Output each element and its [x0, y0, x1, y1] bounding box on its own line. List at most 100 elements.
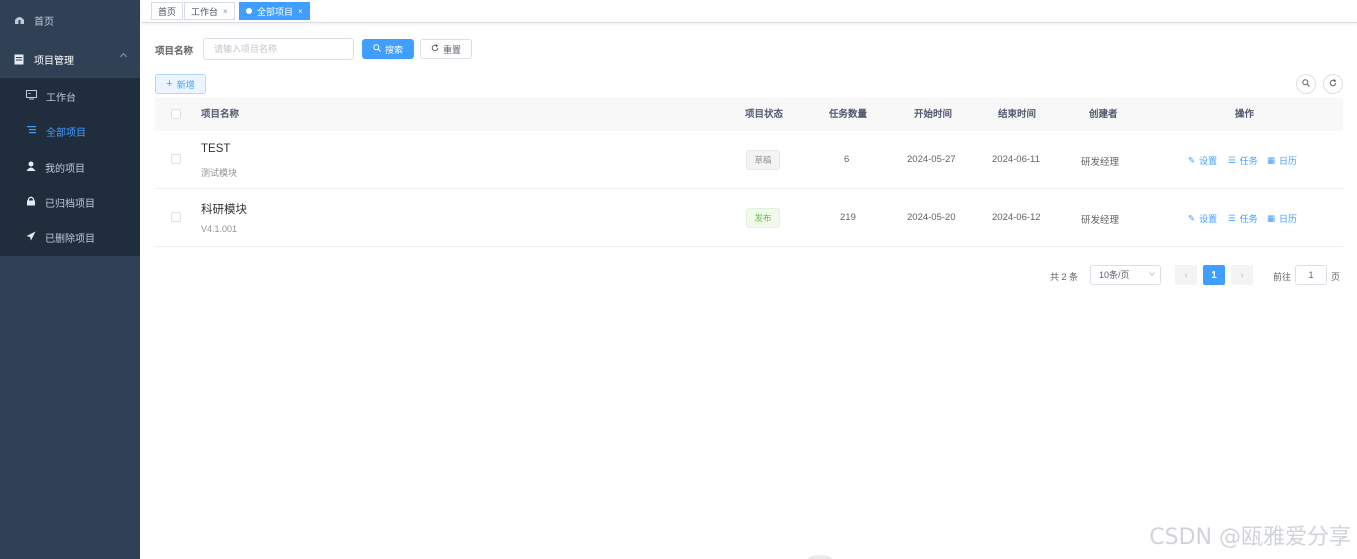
project-subtitle: V4.1.001 — [201, 224, 238, 234]
refresh-icon — [431, 44, 439, 54]
tag-all-projects[interactable]: 全部项目 × — [239, 2, 310, 20]
document-icon — [12, 52, 26, 66]
row-checkbox[interactable] — [171, 212, 181, 222]
refresh-button[interactable] — [1323, 74, 1343, 94]
menu-item-label: 首页 — [34, 16, 54, 28]
list-icon — [26, 125, 37, 138]
status-badge: 草稿 — [746, 150, 780, 170]
calendar-link[interactable]: ▦ 日历 — [1267, 154, 1297, 167]
calendar-link[interactable]: ▦ 日历 — [1267, 212, 1297, 225]
page-unit-label: 页 — [1331, 272, 1341, 282]
send-icon — [26, 231, 36, 244]
tasks-link[interactable]: ☰ 任务 — [1228, 212, 1258, 225]
close-icon[interactable]: × — [298, 7, 303, 16]
reset-button-label: 重置 — [442, 44, 461, 55]
task-list-icon: ☰ — [1228, 155, 1236, 165]
creator: 研发经理 — [1081, 157, 1120, 168]
project-table: 项目名称 项目状态 任务数量 开始时间 结束时间 创建者 操作 TEST 测试模… — [155, 98, 1343, 247]
chevron-right-icon: › — [1240, 269, 1244, 281]
tag-label: 工作台 — [191, 6, 219, 17]
search-button-label: 搜索 — [384, 44, 403, 55]
add-button[interactable]: + 新增 — [155, 74, 206, 94]
settings-link[interactable]: ✎ 设置 — [1188, 154, 1217, 167]
column-header: 开始时间 — [914, 109, 953, 120]
tag-label: 首页 — [158, 6, 177, 17]
goto-label: 前往 — [1273, 272, 1292, 282]
sidebar-item-label: 已删除项目 — [45, 234, 95, 245]
chevron-left-icon: ‹ — [1184, 269, 1188, 281]
table-row[interactable]: 科研模块 V4.1.001 发布 219 2024-05-20 2024-06-… — [155, 189, 1343, 247]
tag-label: 全部项目 — [257, 6, 294, 17]
sidebar-item-label: 我的项目 — [45, 164, 85, 175]
sidebar-item-my-projects[interactable]: 我的项目 — [0, 150, 140, 185]
sidebar-item-all-projects[interactable]: 全部项目 — [0, 114, 140, 149]
sidebar-item-workbench[interactable]: 工作台 — [0, 79, 140, 114]
table-row[interactable]: TEST 测试模块 草稿 6 2024-05-27 2024-06-11 研发经… — [155, 131, 1343, 189]
monitor-icon — [26, 90, 37, 103]
column-header: 创建者 — [1089, 109, 1118, 120]
toggle-search-button[interactable] — [1296, 74, 1316, 94]
submenu: 工作台 全部项目 我的项目 已归档项目 已删除项目 — [0, 78, 140, 256]
end-date: 2024-06-12 — [992, 212, 1041, 223]
pagination-total: 共 2 条 — [1050, 272, 1079, 282]
tasks-link[interactable]: ☰ 任务 — [1228, 154, 1258, 167]
start-date: 2024-05-27 — [907, 154, 956, 165]
close-icon[interactable]: × — [223, 7, 228, 16]
watermark: CSDN @瓯雅爱分享 — [1149, 525, 1351, 550]
add-button-label: 新增 — [176, 79, 195, 90]
sidebar-item-label: 已归档项目 — [45, 199, 95, 210]
search-button[interactable]: 搜索 — [362, 39, 414, 59]
chevron-up-icon — [119, 52, 128, 61]
column-header: 任务数量 — [829, 109, 868, 120]
calendar-icon: ▦ — [1267, 155, 1276, 165]
column-header: 项目状态 — [745, 109, 784, 120]
action-label: 任务 — [1239, 156, 1258, 166]
project-name-input[interactable]: 请输入项目名称 — [203, 38, 354, 60]
plus-icon: + — [166, 78, 173, 90]
edit-icon: ✎ — [1188, 155, 1196, 165]
sidebar-item-archived-projects[interactable]: 已归档项目 — [0, 185, 140, 220]
sidebar: 首页 项目管理 工作台 全部项目 我的项目 已归档项目 已删除项目 — [0, 0, 140, 559]
action-label: 日历 — [1279, 156, 1298, 166]
start-date: 2024-05-20 — [907, 212, 956, 223]
dashboard-icon — [12, 13, 26, 27]
column-header: 操作 — [1235, 109, 1255, 120]
sidebar-item-label: 工作台 — [46, 93, 76, 104]
tags-view: 首页 工作台 × 全部项目 × — [141, 0, 1357, 23]
action-label: 任务 — [1239, 214, 1258, 224]
column-header: 项目名称 — [201, 109, 240, 120]
creator: 研发经理 — [1081, 215, 1120, 226]
chevron-down-icon — [1149, 270, 1155, 276]
menu-item-label: 项目管理 — [34, 55, 74, 67]
settings-link[interactable]: ✎ 设置 — [1188, 212, 1217, 225]
select-all-checkbox[interactable] — [171, 109, 181, 119]
lock-icon — [26, 196, 36, 209]
row-checkbox[interactable] — [171, 154, 181, 164]
search-label: 项目名称 — [155, 46, 194, 57]
page-size-select[interactable]: 10条/页 — [1090, 265, 1161, 285]
task-list-icon: ☰ — [1228, 213, 1236, 223]
edit-icon: ✎ — [1188, 213, 1196, 223]
action-label: 设置 — [1199, 156, 1218, 166]
tag-home[interactable]: 首页 — [151, 2, 184, 20]
sidebar-item-label: 全部项目 — [46, 128, 86, 139]
page-size-value: 10条/页 — [1099, 270, 1130, 280]
action-label: 设置 — [1199, 214, 1218, 224]
reset-button[interactable]: 重置 — [420, 39, 472, 59]
prev-page-button[interactable]: ‹ — [1175, 265, 1197, 285]
next-page-button[interactable]: › — [1231, 265, 1253, 285]
project-name[interactable]: 科研模块 — [201, 201, 247, 217]
project-name[interactable]: TEST — [201, 143, 230, 155]
menu-item-home[interactable]: 首页 — [0, 2, 140, 38]
menu-item-project-management[interactable]: 项目管理 — [0, 41, 140, 77]
search-icon — [1302, 79, 1310, 89]
main-content: 首页 工作台 × 全部项目 × 项目名称 请输入项目名称 搜索 重置 + 新增 — [141, 0, 1357, 559]
end-date: 2024-06-11 — [992, 154, 1040, 165]
page-number-button[interactable]: 1 — [1203, 265, 1225, 285]
tag-workbench[interactable]: 工作台 × — [184, 2, 235, 20]
active-dot-icon — [246, 8, 252, 14]
goto-page-input[interactable]: 1 — [1295, 265, 1327, 285]
calendar-icon: ▦ — [1267, 213, 1276, 223]
sidebar-item-deleted-projects[interactable]: 已删除项目 — [0, 220, 140, 255]
task-count: 6 — [844, 154, 850, 165]
